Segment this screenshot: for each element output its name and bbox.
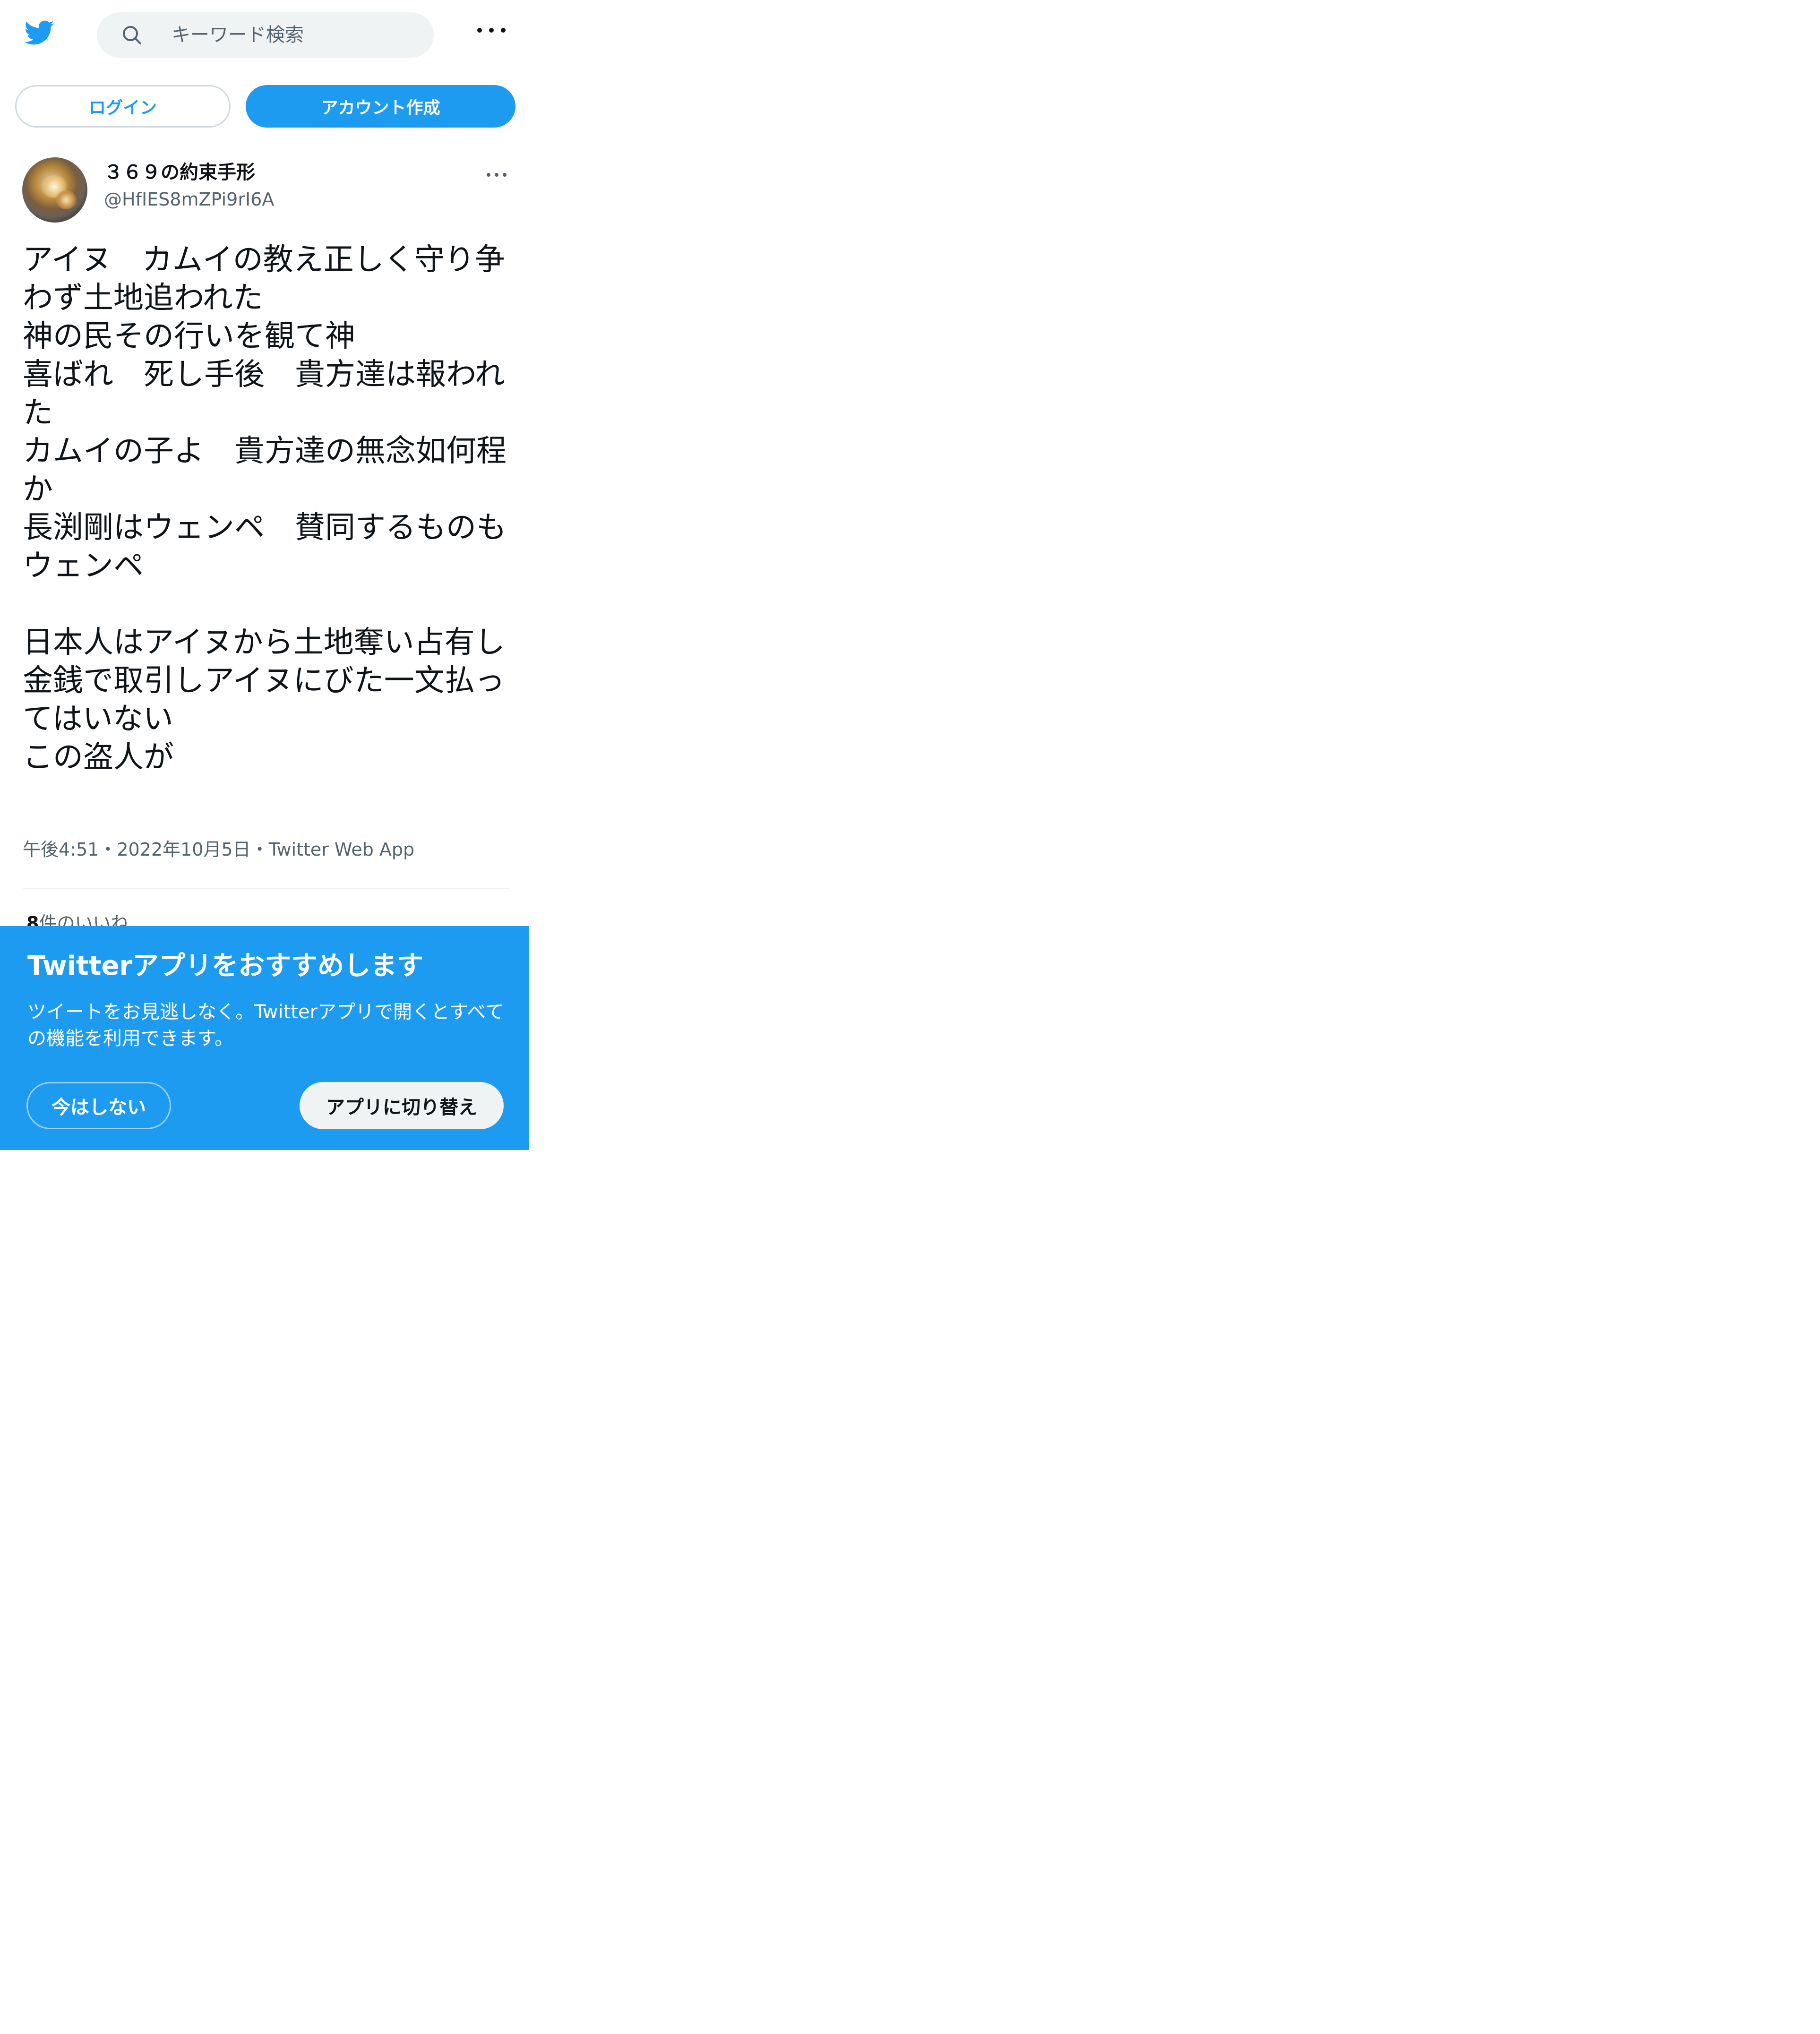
tweet-text: アイヌ カムイの教え正しく守り争わず土地追われた 神の民その行いを観て神 喜ばれ…: [23, 242, 507, 775]
not-now-button[interactable]: 今はしない: [26, 1082, 171, 1129]
search-placeholder: キーワード検索: [172, 24, 304, 46]
tweet-meta: 午後4:51・2022年10月5日・Twitter Web App: [23, 839, 415, 860]
switch-to-app-button[interactable]: アプリに切り替え: [300, 1082, 504, 1129]
promo-description: ツイートをお見逃しなく。Twitterアプリで開くとすべての機能を利用できます。: [27, 1001, 504, 1049]
tweet-page: キーワード検索 ログイン アカウント作成 ３６９の約束手形 @HfIES8mZP…: [0, 0, 529, 1150]
avatar[interactable]: [22, 157, 87, 223]
display-name[interactable]: ３６９の約束手形: [104, 161, 255, 184]
user-handle[interactable]: @HfIES8mZPi9rI6A: [104, 188, 274, 211]
more-icon[interactable]: [477, 26, 506, 34]
promo-title: Twitterアプリをおすすめします: [27, 951, 424, 981]
login-button[interactable]: ログイン: [15, 85, 231, 128]
twitter-bird-icon[interactable]: [21, 17, 57, 48]
signup-button[interactable]: アカウント作成: [246, 85, 515, 128]
search-icon: [123, 26, 141, 44]
search-box[interactable]: キーワード検索: [97, 12, 434, 58]
app-promo-banner: Twitterアプリをおすすめします ツイートをお見逃しなく。Twitterアプ…: [0, 926, 529, 1150]
divider: [23, 888, 509, 889]
tweet-more-icon[interactable]: [487, 172, 507, 178]
